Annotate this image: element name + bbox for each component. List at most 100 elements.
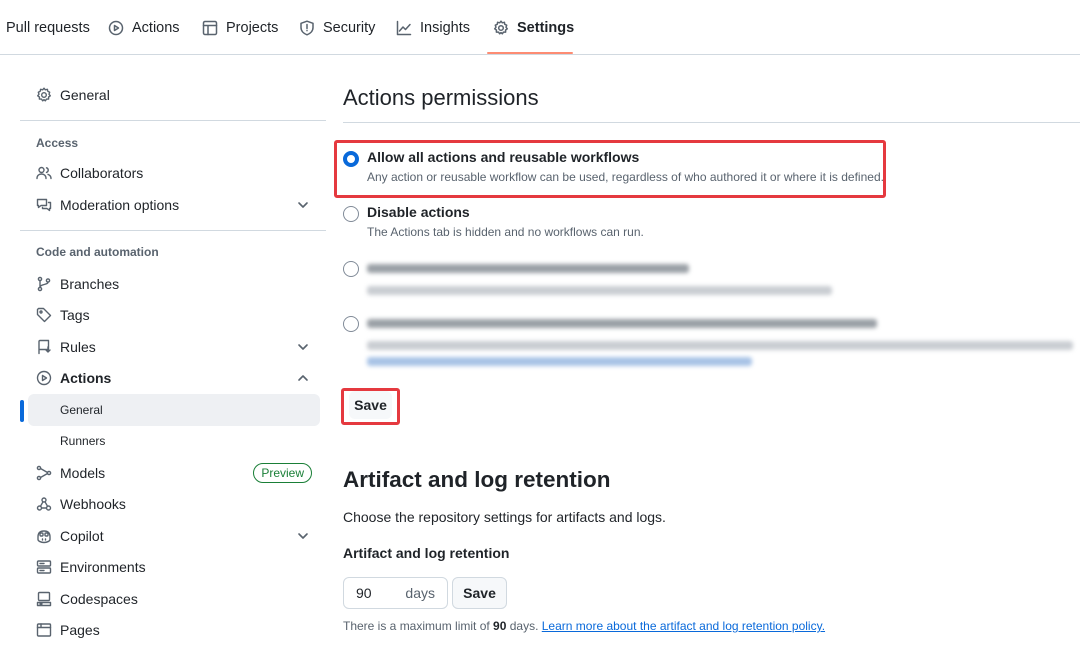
sidebar-item-webhooks[interactable]: Webhooks: [28, 488, 320, 520]
sidebar-item-label: Rules: [60, 339, 96, 355]
table-icon: [202, 20, 218, 35]
page-title: Actions permissions: [343, 85, 539, 110]
browser-icon: [36, 623, 52, 637]
days-suffix: days: [405, 585, 435, 601]
sidebar-item-rules[interactable]: Rules: [28, 331, 320, 363]
shield-icon: [300, 19, 314, 36]
comment-discussion-icon: [36, 198, 52, 212]
sidebar-item-moderation[interactable]: Moderation options: [28, 189, 320, 221]
webhook-icon: [36, 497, 52, 511]
preview-badge: Preview: [253, 463, 312, 483]
settings-sidebar: General Access Collaborators Moderation …: [0, 55, 330, 646]
tab-pull-requests[interactable]: Pull requests: [6, 0, 90, 55]
note-suffix: days.: [506, 619, 542, 633]
tab-label: Security: [323, 19, 376, 36]
chevron-down-icon: [298, 533, 308, 539]
retention-save-button[interactable]: Save: [452, 577, 507, 609]
sidebar-item-label: Pages: [60, 622, 100, 638]
tab-label: Actions: [132, 19, 180, 36]
radio-button[interactable]: [343, 206, 359, 222]
people-icon: [36, 166, 52, 180]
retention-days-value: 90: [356, 585, 372, 601]
radio-button[interactable]: [343, 261, 359, 277]
sidebar-item-codespaces[interactable]: Codespaces: [28, 583, 320, 615]
gear-icon: [37, 87, 51, 102]
sidebar-item-models[interactable]: Models Preview: [28, 457, 320, 489]
redacted-link: [367, 357, 752, 366]
repo-nav: Pull requests Actions Projects Security …: [0, 0, 1080, 55]
radio-button[interactable]: [343, 316, 359, 332]
play-icon: [108, 20, 124, 35]
active-tab-underline: [487, 52, 573, 54]
sidebar-item-label: Moderation options: [60, 197, 180, 213]
graph-icon: [396, 20, 412, 35]
chevron-down-icon: [298, 344, 308, 350]
sidebar-item-pages[interactable]: Pages: [28, 614, 320, 646]
note-prefix: There is a maximum limit of: [343, 619, 494, 633]
main-content: Actions permissions Allow all actions an…: [334, 55, 1080, 646]
sidebar-item-label: Copilot: [60, 528, 104, 544]
tab-security[interactable]: Security: [299, 0, 375, 55]
redacted-text: [367, 286, 832, 295]
sidebar-item-branches[interactable]: Branches: [28, 268, 320, 300]
radio-option-disable[interactable]: Disable actions The Actions tab is hidde…: [343, 204, 1080, 244]
redacted-text: [367, 341, 1073, 350]
copilot-icon: [37, 530, 51, 544]
sidebar-divider: [20, 230, 326, 231]
retention-limit-note: There is a maximum limit of 90 days. Lea…: [343, 619, 825, 633]
tab-label: Pull requests: [6, 19, 90, 36]
sidebar-heading-access: Access: [36, 136, 79, 150]
gear-icon: [493, 19, 509, 35]
tab-label: Projects: [226, 19, 279, 36]
retention-policy-link[interactable]: Learn more about the artifact and log re…: [542, 619, 825, 633]
sidebar-divider: [20, 120, 326, 121]
radio-option-blurred-2[interactable]: [343, 314, 1080, 370]
sidebar-item-label: Runners: [60, 434, 106, 448]
sidebar-item-actions[interactable]: Actions: [28, 362, 320, 394]
radio-option-blurred-1[interactable]: [343, 259, 1080, 299]
sidebar-item-label: Codespaces: [60, 591, 138, 607]
codespaces-icon: [36, 591, 52, 607]
tag-icon: [36, 307, 52, 323]
sidebar-heading-code: Code and automation: [36, 245, 159, 259]
tab-insights[interactable]: Insights: [396, 0, 470, 55]
tab-label: Settings: [517, 19, 575, 36]
note-limit-value: 90: [493, 619, 507, 633]
sidebar-item-copilot[interactable]: Copilot: [28, 520, 320, 552]
sidebar-item-label: General: [60, 87, 110, 103]
sidebar-item-general[interactable]: General: [28, 79, 320, 111]
workflow-icon: [36, 465, 52, 481]
sidebar-item-label: Branches: [60, 276, 120, 292]
selected-indicator: [20, 400, 24, 422]
sidebar-item-label: Webhooks: [60, 496, 126, 512]
retention-days-input[interactable]: 90 days: [343, 577, 448, 609]
annotation-highlight: [334, 140, 886, 198]
retention-description: Choose the repository settings for artif…: [343, 509, 666, 525]
git-branch-icon: [37, 276, 51, 292]
chevron-down-icon: [298, 202, 308, 208]
chevron-up-icon: [298, 375, 308, 381]
sidebar-subitem-runners[interactable]: Runners: [28, 425, 320, 457]
play-icon: [36, 370, 52, 386]
sidebar-item-label: Environments: [60, 559, 146, 575]
retention-field-label: Artifact and log retention: [343, 545, 510, 561]
radio-description: The Actions tab is hidden and no workflo…: [367, 225, 644, 239]
title-divider: [343, 122, 1080, 123]
annotation-highlight: [341, 388, 400, 425]
sidebar-item-label: Models: [60, 465, 106, 481]
tab-label: Insights: [420, 19, 470, 36]
radio-label: Disable actions: [367, 204, 470, 220]
sidebar-item-environments[interactable]: Environments: [28, 551, 320, 583]
sidebar-item-label: General: [60, 403, 103, 417]
tab-settings[interactable]: Settings: [493, 0, 574, 55]
section-title-retention: Artifact and log retention: [343, 467, 611, 492]
redacted-text: [367, 264, 689, 273]
sidebar-subitem-actions-general[interactable]: General: [28, 394, 320, 426]
sidebar-item-tags[interactable]: Tags: [28, 299, 320, 331]
sidebar-item-collaborators[interactable]: Collaborators: [28, 157, 320, 189]
tab-actions[interactable]: Actions: [108, 0, 180, 55]
sidebar-item-label: Tags: [60, 307, 90, 323]
server-icon: [36, 560, 52, 574]
repo-push-icon: [38, 339, 51, 355]
tab-projects[interactable]: Projects: [202, 0, 278, 55]
